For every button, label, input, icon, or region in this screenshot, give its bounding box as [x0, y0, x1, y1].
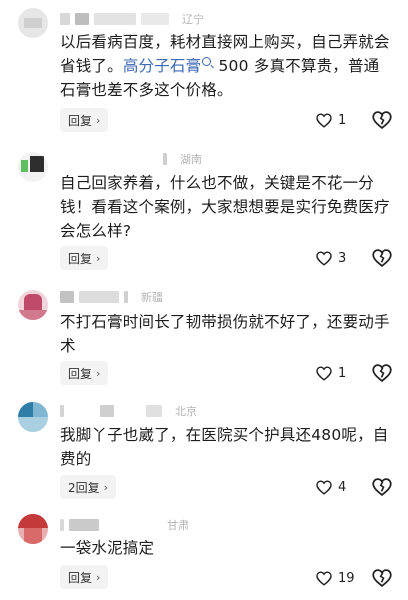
chevron-right-icon: ›: [96, 366, 101, 380]
like-count: 1: [338, 112, 347, 128]
broken-heart-icon[interactable]: [372, 363, 392, 383]
username-blurred[interactable]: [94, 13, 136, 25]
region-label: 湖南: [180, 153, 202, 166]
username-blurred[interactable]: [146, 405, 162, 417]
reply-label: 回复: [68, 570, 93, 585]
avatar[interactable]: [18, 402, 48, 432]
broken-heart-icon[interactable]: [372, 110, 392, 130]
comment-text: 一袋水泥搞定: [60, 539, 155, 557]
username-blurred[interactable]: [60, 153, 158, 165]
broken-heart-icon[interactable]: [372, 477, 392, 497]
username-blurred[interactable]: [104, 519, 154, 531]
like-button[interactable]: 4: [316, 477, 346, 497]
reply-button[interactable]: 回复 ›: [60, 361, 109, 385]
region-label: 北京: [175, 405, 197, 418]
reply-button[interactable]: 2回复 ›: [60, 475, 117, 499]
comment-meta: 甘肃: [60, 518, 189, 532]
reply-label: 回复: [68, 366, 93, 381]
reply-label: 回复: [68, 251, 93, 266]
reply-button[interactable]: 回复 ›: [60, 565, 109, 589]
reply-button[interactable]: 回复 ›: [60, 108, 109, 132]
username-blurred[interactable]: [69, 519, 99, 531]
heart-icon: [316, 570, 332, 586]
comment-text: 以后看病百度，耗材直接网上购买，自己弄就会省钱了。高分子石膏 500 多真不算贵…: [60, 30, 394, 102]
chevron-right-icon: ›: [96, 570, 101, 584]
chevron-right-icon: ›: [96, 251, 101, 265]
broken-heart-icon[interactable]: [372, 248, 392, 268]
comment-meta: 湖南: [60, 152, 202, 166]
chevron-right-icon: ›: [96, 113, 101, 127]
chevron-right-icon: ›: [103, 480, 109, 494]
username-blurred[interactable]: [60, 13, 70, 25]
username-blurred[interactable]: [60, 405, 64, 417]
heart-icon: [316, 479, 332, 495]
reply-label: 2回复: [68, 480, 100, 495]
username-blurred[interactable]: [60, 291, 74, 303]
username-blurred[interactable]: [79, 291, 119, 303]
region-label: 新疆: [141, 291, 163, 304]
reply-button[interactable]: 回复 ›: [60, 246, 109, 270]
region-label: 甘肃: [167, 519, 189, 532]
avatar[interactable]: [18, 290, 48, 320]
region-label: 辽宁: [182, 13, 204, 26]
like-button[interactable]: 1: [316, 363, 346, 383]
comment-text: 自己回家养着，什么也不做，关键是不花一分钱！看看这个案例，大家想想要是实行免费医…: [60, 174, 390, 240]
username-blurred[interactable]: [75, 13, 89, 25]
reply-label: 回复: [68, 113, 93, 128]
avatar[interactable]: [18, 8, 48, 38]
comment-text: 我脚丫子也崴了，在医院买个护具还480呢，自费的: [60, 426, 389, 468]
like-count: 1: [338, 365, 347, 381]
like-count: 19: [338, 570, 355, 586]
search-link[interactable]: 高分子石膏: [123, 57, 202, 75]
comment-text: 不打石膏时间长了韧带损伤就不好了，还要动手术: [60, 313, 390, 355]
like-count: 3: [338, 250, 347, 266]
avatar[interactable]: [18, 514, 48, 544]
username-blurred[interactable]: [124, 291, 128, 303]
username-blurred[interactable]: [119, 405, 141, 417]
comment-meta: 北京: [60, 404, 197, 418]
username-blurred[interactable]: [60, 519, 64, 531]
like-button[interactable]: 3: [316, 248, 346, 268]
heart-icon: [316, 250, 332, 266]
search-icon[interactable]: [202, 57, 212, 66]
username-blurred[interactable]: [163, 153, 167, 165]
broken-heart-icon[interactable]: [372, 568, 392, 588]
like-button[interactable]: 1: [316, 110, 346, 130]
username-blurred[interactable]: [141, 13, 169, 25]
heart-icon: [316, 112, 332, 128]
like-button[interactable]: 19: [316, 568, 355, 588]
username-blurred[interactable]: [100, 405, 114, 417]
heart-icon: [316, 365, 332, 381]
like-count: 4: [338, 479, 347, 495]
avatar[interactable]: [18, 152, 48, 182]
username-blurred[interactable]: [69, 405, 95, 417]
comment-meta: 辽宁: [60, 12, 204, 26]
comment-meta: 新疆: [60, 290, 163, 304]
